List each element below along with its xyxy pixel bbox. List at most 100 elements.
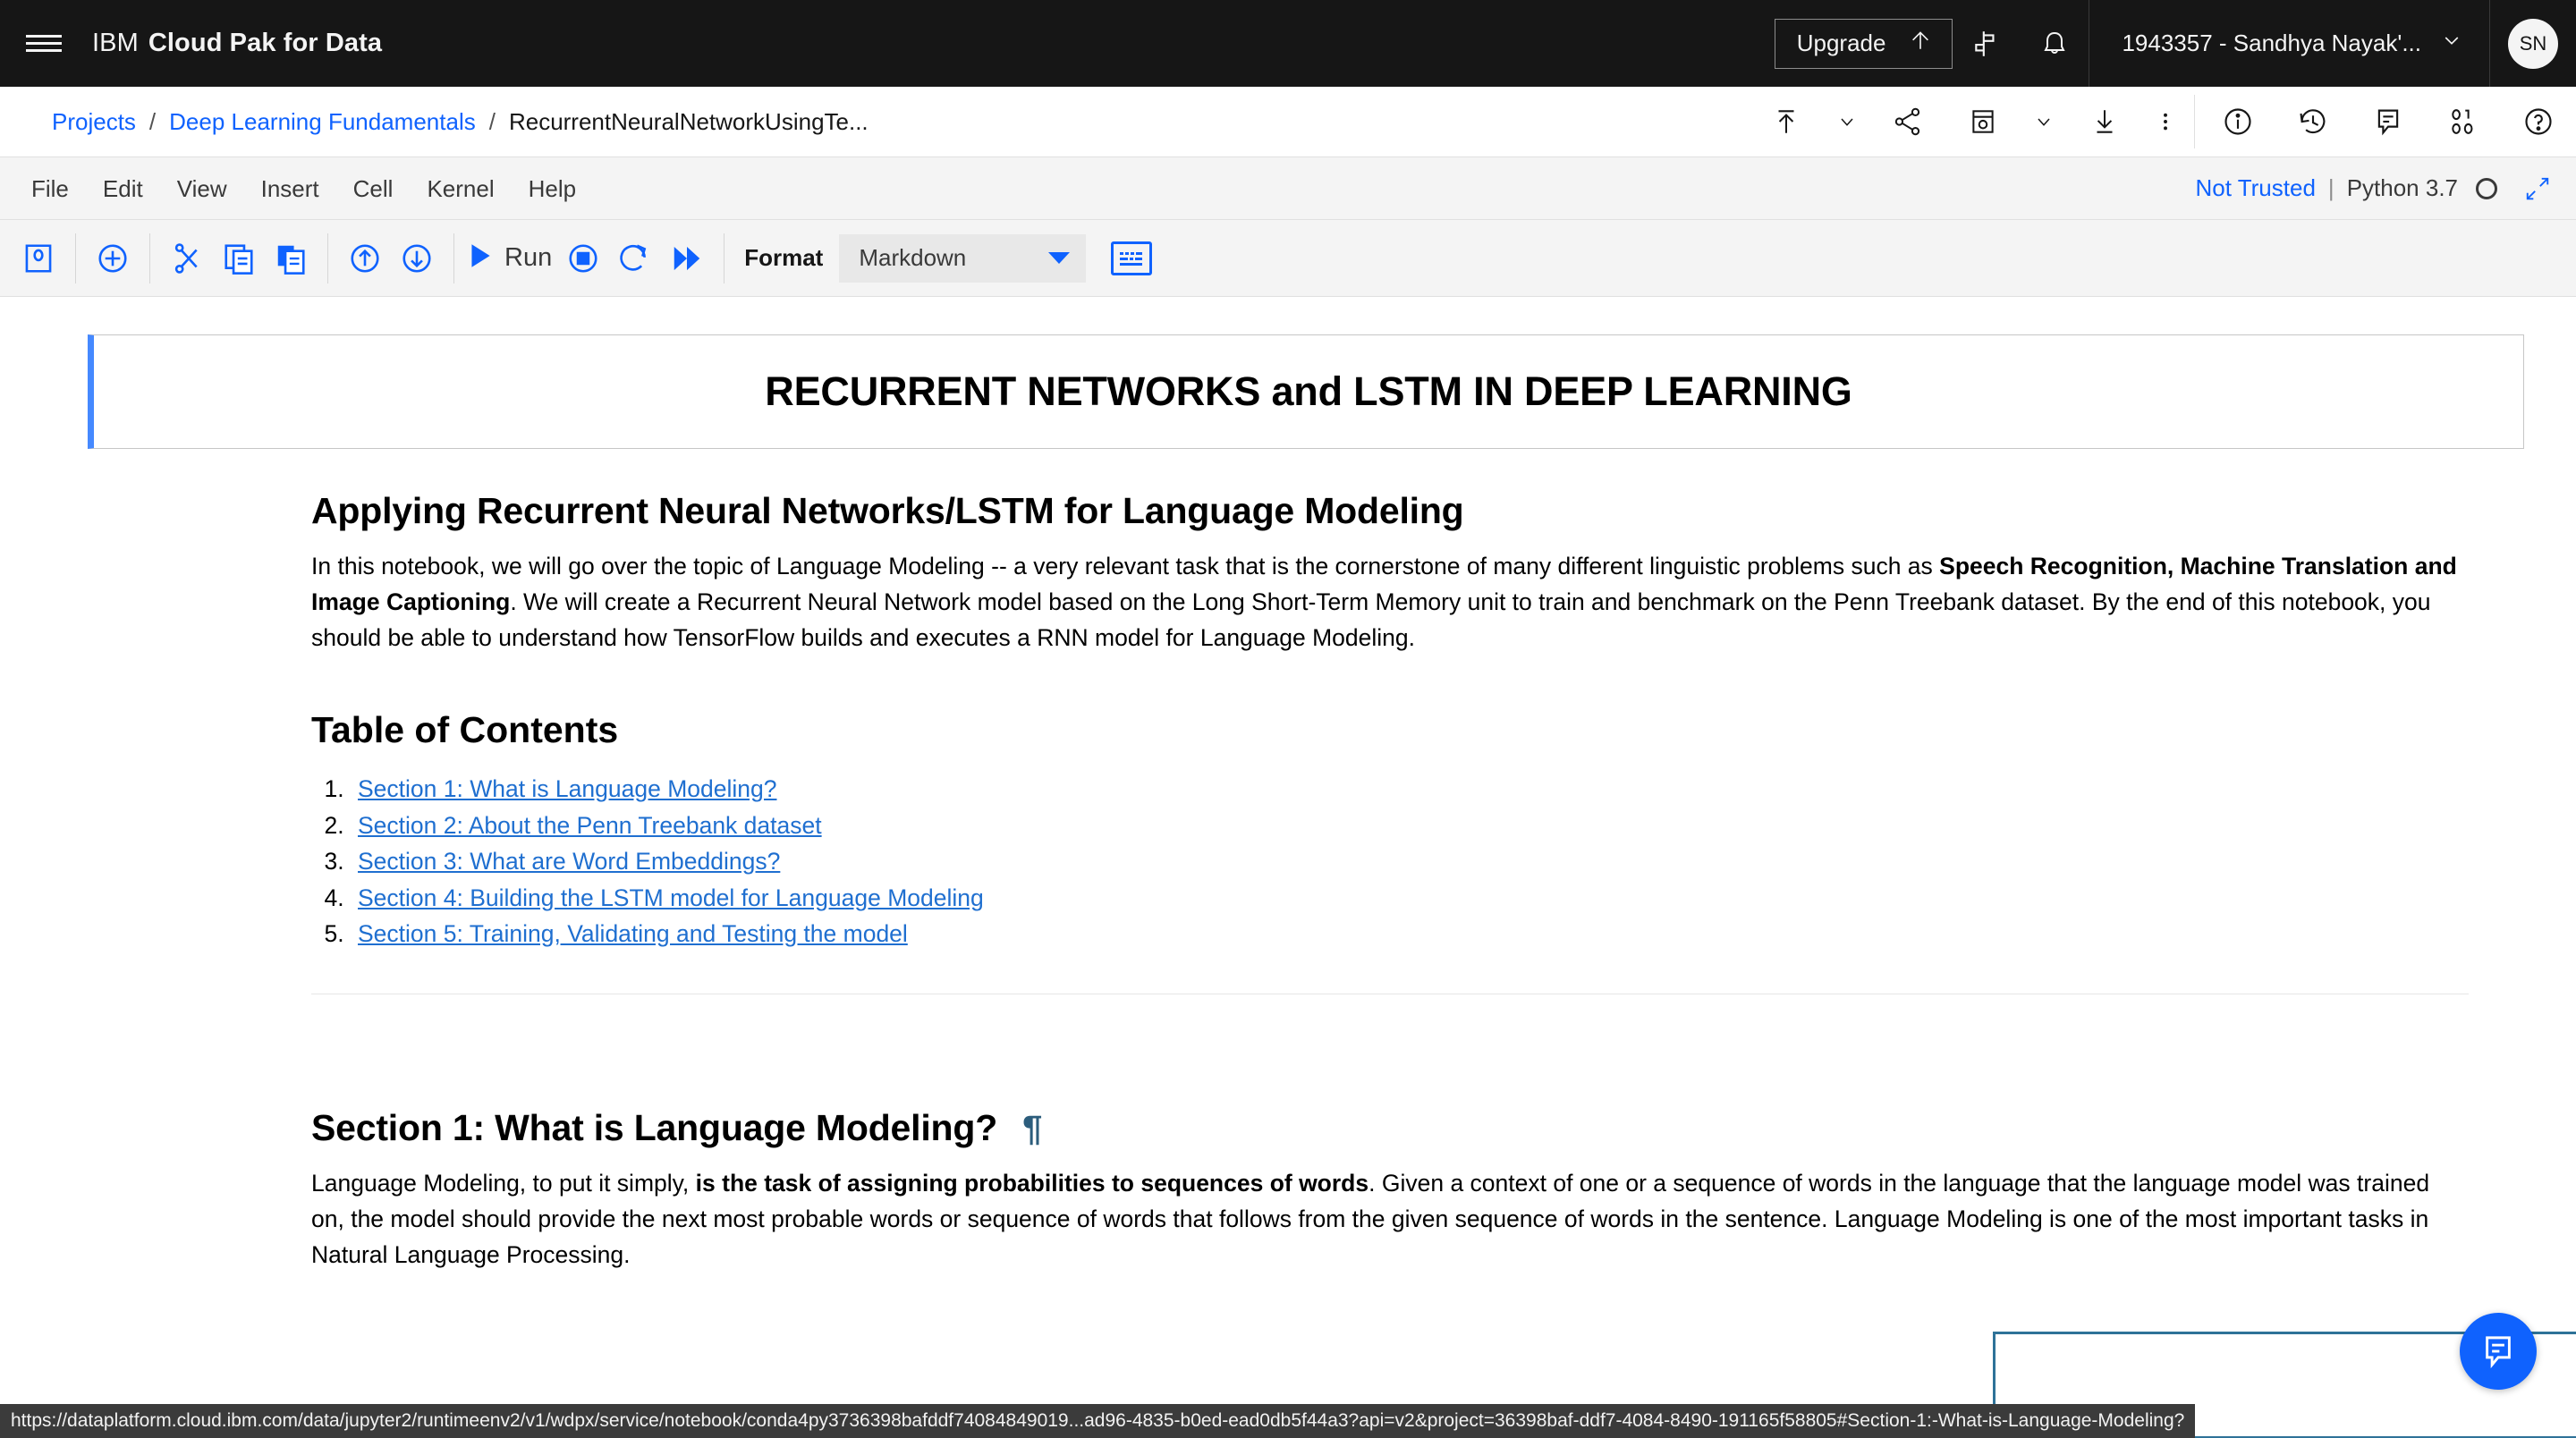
intro-text-1: In this notebook, we will go over the to… — [311, 553, 1940, 579]
move-cell-down-button[interactable] — [391, 233, 443, 284]
notebook-title: RECURRENT NETWORKS and LSTM IN DEEP LEAR… — [765, 368, 1852, 414]
stop-icon[interactable] — [557, 233, 609, 284]
status-separator: | — [2327, 174, 2334, 201]
section-1-bold-1: is the task of assigning probabilities t… — [695, 1169, 1369, 1197]
keyboard-shortcuts-icon[interactable] — [1111, 241, 1153, 275]
brand-ibm-label: IBM — [92, 29, 139, 57]
run-cell-button[interactable]: Run — [465, 241, 557, 275]
help-icon[interactable] — [2501, 87, 2576, 156]
brand-product-label: Cloud Pak for Data — [148, 29, 383, 57]
save-version-chevron-down-icon[interactable] — [2021, 87, 2067, 156]
notebook-canvas: RECURRENT NETWORKS and LSTM IN DEEP LEAR… — [0, 297, 2576, 1438]
breadcrumb-item-project[interactable]: Deep Learning Fundamentals — [169, 108, 476, 136]
save-checkpoint-button[interactable] — [13, 233, 64, 284]
expand-collapse-icon[interactable] — [2524, 175, 2551, 202]
menu-item-kernel[interactable]: Kernel — [410, 157, 511, 220]
toolbar-separator — [327, 233, 328, 283]
heading-section-1: Section 1: What is Language Modeling? ¶ — [311, 1107, 2469, 1149]
overflow-menu-icon[interactable] — [2142, 87, 2189, 156]
kernel-status-group: Not Trusted | Python 3.7 — [2196, 174, 2576, 202]
share-icon[interactable] — [1870, 87, 1945, 156]
notebook-actions-group — [1749, 87, 2189, 156]
account-label: 1943357 - Sandhya Nayak'... — [2122, 30, 2421, 56]
trust-status-label[interactable]: Not Trusted — [2196, 174, 2316, 202]
toolbar-separator — [453, 233, 454, 283]
list-item: Section 5: Training, Validating and Test… — [351, 916, 2469, 952]
run-label: Run — [504, 243, 553, 272]
download-icon[interactable] — [2067, 87, 2142, 156]
upgrade-label: Upgrade — [1796, 30, 1886, 56]
insert-cell-below-button[interactable] — [87, 233, 139, 284]
toc-link-section-4[interactable]: Section 4: Building the LSTM model for L… — [358, 884, 984, 911]
status-bar-url: https://dataplatform.cloud.ibm.com/data/… — [0, 1404, 2196, 1438]
toolbar-separator — [149, 233, 150, 283]
toc-link-section-5[interactable]: Section 5: Training, Validating and Test… — [358, 920, 908, 947]
chevron-down-icon — [2441, 30, 2462, 57]
fast-forward-icon[interactable] — [661, 233, 713, 284]
hamburger-menu-icon[interactable] — [0, 0, 87, 87]
breadcrumb-separator: / — [488, 107, 496, 135]
menu-item-cell[interactable]: Cell — [336, 157, 411, 220]
heading-table-of-contents: Table of Contents — [311, 709, 619, 750]
brand-title[interactable]: IBM Cloud Pak for Data — [87, 0, 382, 87]
intro-paragraph: In this notebook, we will go over the to… — [311, 548, 2469, 656]
list-item: Section 3: What are Word Embeddings? — [351, 843, 2469, 880]
publish-icon[interactable] — [1749, 87, 1824, 156]
kernel-name-label: Python 3.7 — [2346, 174, 2458, 201]
toc-link-section-3[interactable]: Section 3: What are Word Embeddings? — [358, 848, 780, 875]
anchor-link-icon[interactable]: ¶ — [1022, 1109, 1042, 1149]
toc-link-section-1[interactable]: Section 1: What is Language Modeling? — [358, 775, 776, 802]
publish-chevron-down-icon[interactable] — [1824, 87, 1870, 156]
list-item: Section 4: Building the LSTM model for L… — [351, 880, 2469, 917]
copy-cell-button[interactable] — [213, 233, 265, 284]
header-spacer — [382, 0, 1775, 87]
bell-icon[interactable] — [2021, 0, 2089, 87]
toolbar-separator — [75, 233, 76, 283]
arrow-up-icon — [1909, 29, 1932, 58]
menu-item-view[interactable]: View — [160, 157, 244, 220]
breadcrumb-item-current: RecurrentNeuralNetworkUsingTe... — [508, 107, 869, 135]
list-item: Section 2: About the Penn Treebank datas… — [351, 808, 2469, 844]
menu-item-file[interactable]: File — [14, 157, 86, 220]
side-panel-actions-group — [2200, 87, 2576, 156]
save-version-icon[interactable] — [1945, 87, 2021, 156]
cut-cell-button[interactable] — [161, 233, 213, 284]
list-item: Section 1: What is Language Modeling? — [351, 771, 2469, 808]
move-cell-up-button[interactable] — [339, 233, 391, 284]
paste-cell-button[interactable] — [265, 233, 317, 284]
breadcrumb: Projects / Deep Learning Fundamentals / … — [0, 108, 869, 136]
notebook-toolbar: Run Format Markdown — [0, 220, 2576, 297]
intro-text-2: . We will create a Recurrent Neural Netw… — [311, 588, 2431, 651]
comments-icon[interactable] — [2351, 87, 2426, 156]
cell-format-select[interactable]: Markdown — [839, 233, 1087, 283]
breadcrumb-bar: Projects / Deep Learning Fundamentals / … — [0, 87, 2576, 157]
section-1-text-1: Language Modeling, to put it simply, — [311, 1169, 696, 1197]
toc-link-section-2[interactable]: Section 2: About the Penn Treebank datas… — [358, 812, 822, 839]
menu-item-insert[interactable]: Insert — [244, 157, 336, 220]
section-1-title: Section 1: What is Language Modeling? — [311, 1106, 998, 1148]
menu-item-help[interactable]: Help — [512, 157, 593, 220]
toolbar-divider — [2194, 95, 2195, 148]
breadcrumb-item-projects[interactable]: Projects — [52, 108, 136, 136]
data-binary-icon[interactable] — [2426, 87, 2501, 156]
markdown-cell-body[interactable]: Applying Recurrent Neural Networks/LSTM … — [57, 490, 2576, 1438]
information-icon[interactable] — [2200, 87, 2275, 156]
chat-support-icon[interactable] — [2460, 1313, 2537, 1390]
kernel-idle-circle-icon[interactable] — [2476, 177, 2497, 199]
history-icon[interactable] — [2275, 87, 2351, 156]
app-switcher-icon[interactable] — [1953, 0, 2021, 87]
account-selector[interactable]: 1943357 - Sandhya Nayak'... — [2089, 0, 2489, 87]
section-1-paragraph: Language Modeling, to put it simply, is … — [311, 1165, 2469, 1273]
global-header: IBM Cloud Pak for Data Upgrade 1943357 -… — [0, 0, 2576, 87]
table-of-contents-list: Section 1: What is Language Modeling? Se… — [351, 771, 2469, 952]
markdown-cell-title[interactable]: RECURRENT NETWORKS and LSTM IN DEEP LEAR… — [88, 334, 2524, 449]
caret-down-icon — [1048, 252, 1071, 264]
avatar-container[interactable]: SN — [2489, 0, 2576, 87]
notebook-inner: RECURRENT NETWORKS and LSTM IN DEEP LEAR… — [21, 297, 2576, 1438]
restart-icon[interactable] — [609, 233, 661, 284]
format-label: Format — [744, 244, 824, 271]
breadcrumb-separator: / — [148, 107, 157, 135]
upgrade-button[interactable]: Upgrade — [1774, 18, 1953, 69]
heading-applying: Applying Recurrent Neural Networks/LSTM … — [311, 490, 1464, 531]
menu-item-edit[interactable]: Edit — [86, 157, 160, 220]
